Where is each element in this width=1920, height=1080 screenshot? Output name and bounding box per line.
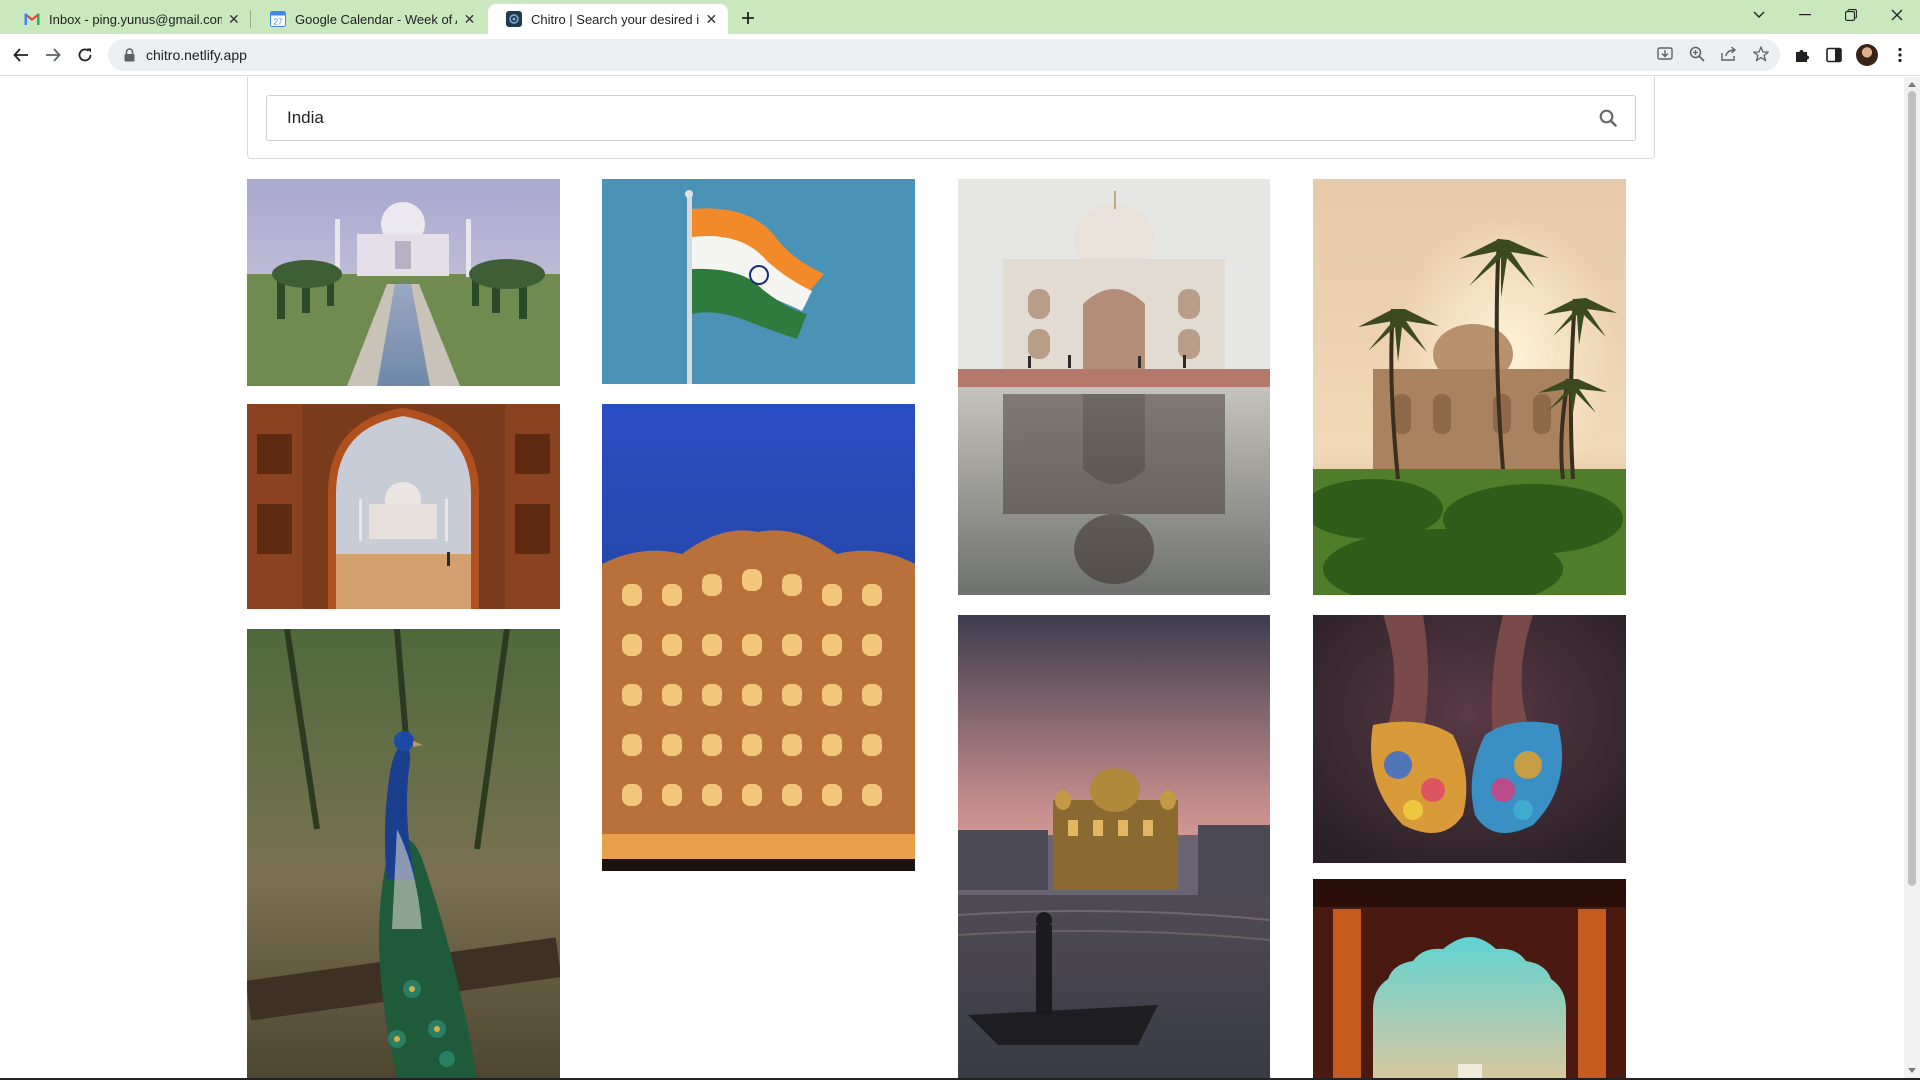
- tab-divider: [250, 10, 251, 28]
- back-button[interactable]: [8, 42, 34, 68]
- address-bar[interactable]: chitro.netlify.app: [108, 39, 1780, 71]
- close-icon[interactable]: ✕: [228, 11, 240, 27]
- gallery-image-arched-window-view[interactable]: [1313, 879, 1626, 1078]
- search-panel: [247, 77, 1655, 159]
- side-panel-icon[interactable]: [1824, 45, 1844, 65]
- tab-gmail[interactable]: Inbox - ping.yunus@gmail.com - Gmail ✕: [6, 4, 250, 34]
- tab-title: Google Calendar - Week of August: [295, 11, 457, 27]
- gallery-image-taj-mahal-through-arch[interactable]: [247, 404, 560, 609]
- lock-icon[interactable]: [122, 47, 136, 63]
- calendar-icon-date: 27: [274, 18, 283, 27]
- gallery-image-indian-flag[interactable]: [602, 179, 915, 384]
- page-scrollbar[interactable]: [1904, 77, 1920, 1078]
- install-app-icon[interactable]: [1656, 45, 1674, 63]
- forward-button[interactable]: [40, 42, 66, 68]
- restore-icon: [1845, 9, 1857, 21]
- new-tab-button[interactable]: [736, 6, 760, 30]
- gmail-icon: [24, 11, 40, 27]
- gallery-image-taj-mahal-reflecting-pool[interactable]: [247, 179, 560, 386]
- gallery-image-holi-color-hands[interactable]: [1313, 615, 1626, 863]
- close-window-button[interactable]: [1874, 0, 1920, 30]
- tab-search-button[interactable]: [1736, 0, 1782, 30]
- address-url: chitro.netlify.app: [146, 47, 247, 63]
- close-icon[interactable]: ✕: [705, 11, 718, 27]
- bookmark-star-icon[interactable]: [1752, 45, 1770, 63]
- tab-title: Chitro | Search your desired image: [531, 11, 699, 27]
- minimize-icon: [1799, 14, 1811, 16]
- restore-button[interactable]: [1828, 0, 1874, 30]
- chitro-icon: [506, 11, 522, 27]
- gallery-image-peacock[interactable]: [247, 629, 560, 1078]
- close-icon[interactable]: ✕: [463, 11, 476, 27]
- gallery-image-humayun-tomb-palms[interactable]: [1313, 179, 1626, 595]
- scroll-up-arrow-icon[interactable]: [1908, 82, 1916, 87]
- close-icon: [1891, 9, 1903, 21]
- gallery-image-taj-mahal-reflection[interactable]: [958, 179, 1270, 595]
- profile-avatar[interactable]: [1856, 44, 1878, 66]
- browser-toolbar: chitro.netlify.app: [0, 34, 1920, 76]
- scrollbar-thumb[interactable]: [1908, 91, 1916, 886]
- arrow-left-icon: [13, 48, 28, 62]
- search-icon[interactable]: [1597, 107, 1619, 129]
- search-bar: [266, 95, 1636, 141]
- gallery-image-golden-temple-sunset[interactable]: [958, 615, 1270, 1078]
- plus-icon: [742, 12, 754, 24]
- reload-icon: [78, 48, 92, 62]
- zoom-icon[interactable]: [1688, 45, 1706, 63]
- reload-button[interactable]: [72, 42, 98, 68]
- tab-title: Inbox - ping.yunus@gmail.com - Gmail: [49, 11, 222, 27]
- gallery-image-hawa-mahal-night[interactable]: [602, 404, 915, 871]
- browser-tab-strip: Inbox - ping.yunus@gmail.com - Gmail ✕ 2…: [0, 0, 1920, 34]
- arrow-right-icon: [46, 48, 61, 62]
- page-viewport: [0, 77, 1904, 1078]
- scroll-down-arrow-icon[interactable]: [1908, 1068, 1916, 1073]
- tab-google-calendar[interactable]: 27 Google Calendar - Week of August ✕: [252, 4, 486, 34]
- calendar-icon: 27: [270, 11, 286, 27]
- minimize-button[interactable]: [1782, 0, 1828, 30]
- search-input[interactable]: [285, 107, 1569, 129]
- menu-kebab-icon[interactable]: [1890, 45, 1910, 65]
- tab-chitro[interactable]: Chitro | Search your desired image ✕: [488, 4, 728, 34]
- share-icon[interactable]: [1720, 45, 1738, 63]
- extensions-icon[interactable]: [1792, 45, 1812, 65]
- chevron-down-icon: [1753, 11, 1765, 18]
